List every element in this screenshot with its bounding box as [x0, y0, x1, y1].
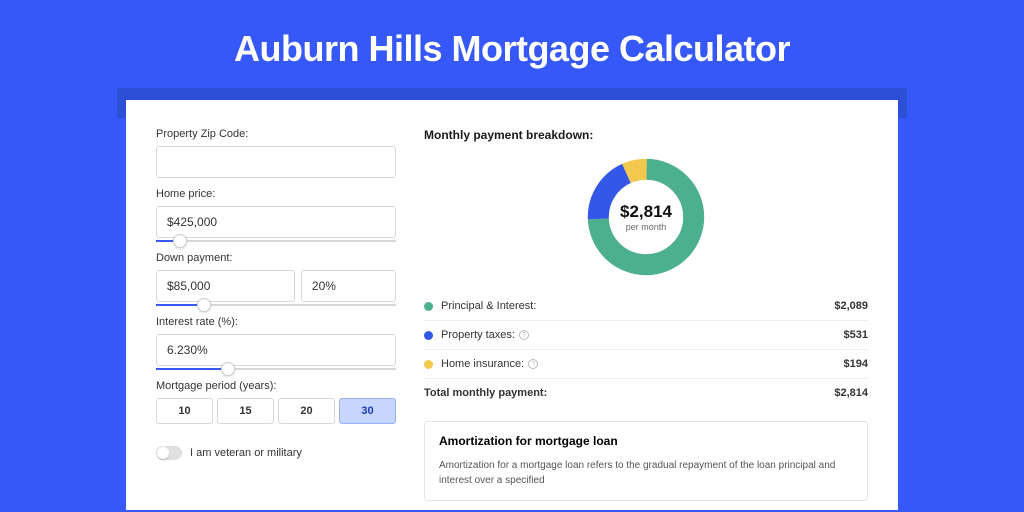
down-slider-thumb[interactable] — [197, 298, 211, 312]
info-icon[interactable]: ? — [519, 330, 529, 340]
veteran-toggle[interactable] — [156, 446, 182, 460]
zip-label: Property Zip Code: — [156, 128, 396, 140]
period-label: Mortgage period (years): — [156, 380, 396, 392]
donut-chart: $2,814 per month — [583, 154, 709, 280]
rate-slider-thumb[interactable] — [221, 362, 235, 376]
period-20[interactable]: 20 — [278, 398, 335, 424]
amortization-box: Amortization for mortgage loan Amortizat… — [424, 421, 868, 501]
donut-amount: $2,814 — [620, 202, 672, 222]
period-30[interactable]: 30 — [339, 398, 396, 424]
calculator-card: Property Zip Code: Home price: Down paym… — [126, 100, 898, 510]
price-slider-thumb[interactable] — [173, 234, 187, 248]
line-total-value: $2,814 — [834, 387, 868, 399]
price-input[interactable] — [156, 206, 396, 238]
dot-tax — [424, 331, 433, 340]
line-ins-value: $194 — [844, 358, 868, 370]
rate-label: Interest rate (%): — [156, 316, 396, 328]
form-panel: Property Zip Code: Home price: Down paym… — [156, 128, 396, 510]
breakdown-title: Monthly payment breakdown: — [424, 128, 868, 142]
dot-ins — [424, 360, 433, 369]
line-pi-label: Principal & Interest: — [441, 300, 834, 312]
period-10[interactable]: 10 — [156, 398, 213, 424]
info-icon[interactable]: ? — [528, 359, 538, 369]
down-pct-input[interactable] — [301, 270, 396, 302]
zip-input[interactable] — [156, 146, 396, 178]
line-tax: Property taxes: ? $531 — [424, 321, 868, 350]
down-amount-input[interactable] — [156, 270, 295, 302]
rate-input[interactable] — [156, 334, 396, 366]
veteran-label: I am veteran or military — [190, 447, 302, 459]
amortization-title: Amortization for mortgage loan — [439, 434, 853, 448]
rate-slider[interactable] — [156, 368, 396, 370]
price-slider[interactable] — [156, 240, 396, 242]
down-slider[interactable] — [156, 304, 396, 306]
period-buttons: 10 15 20 30 — [156, 398, 396, 424]
line-pi-value: $2,089 — [834, 300, 868, 312]
line-ins: Home insurance: ? $194 — [424, 350, 868, 379]
amortization-text: Amortization for a mortgage loan refers … — [439, 458, 853, 488]
line-tax-value: $531 — [844, 329, 868, 341]
line-total: Total monthly payment: $2,814 — [424, 379, 868, 407]
period-15[interactable]: 15 — [217, 398, 274, 424]
donut-sub: per month — [626, 222, 667, 232]
line-pi: Principal & Interest: $2,089 — [424, 292, 868, 321]
price-label: Home price: — [156, 188, 396, 200]
line-total-label: Total monthly payment: — [424, 387, 834, 399]
down-label: Down payment: — [156, 252, 396, 264]
breakdown-panel: Monthly payment breakdown: $2,814 per mo… — [424, 128, 868, 510]
line-ins-label: Home insurance: — [441, 358, 524, 370]
line-tax-label: Property taxes: — [441, 329, 515, 341]
page-title: Auburn Hills Mortgage Calculator — [0, 0, 1024, 88]
dot-pi — [424, 302, 433, 311]
